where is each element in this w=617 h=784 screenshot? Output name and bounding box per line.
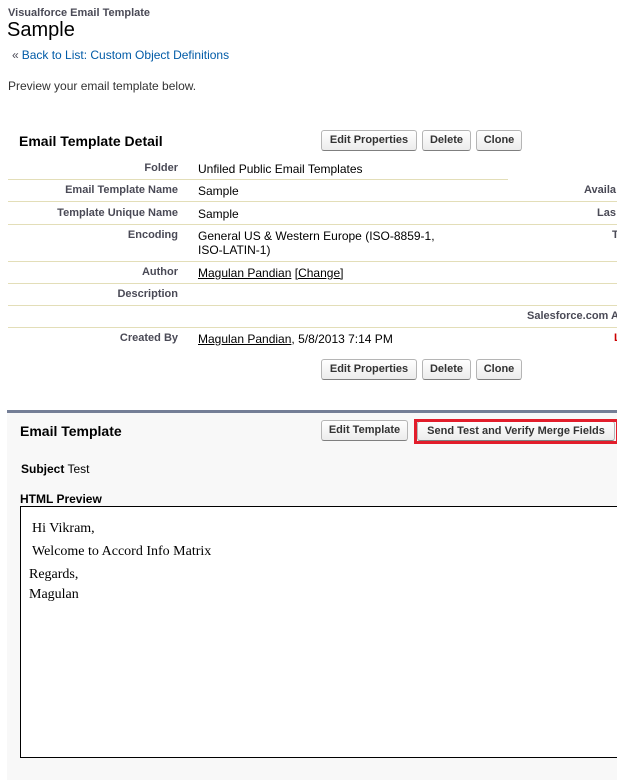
author-link[interactable]: Magulan Pandian: [198, 266, 291, 280]
page-title: Sample: [7, 19, 75, 41]
clone-button[interactable]: Clone: [476, 130, 522, 151]
breadcrumb: «Back to List: Custom Object Definitions: [12, 48, 229, 62]
html-preview-box: Hi Vikram, Welcome to Accord Info Matrix…: [20, 506, 617, 758]
edit-properties-button[interactable]: Edit Properties: [321, 130, 417, 151]
created-by-value: Magulan Pandian, 5/8/2013 7:14 PM: [198, 332, 393, 346]
preview-welcome: Welcome to Accord Info Matrix: [32, 544, 212, 559]
intro-text: Preview your email template below.: [8, 79, 197, 93]
back-arrow-icon: «: [12, 48, 19, 62]
created-by-link[interactable]: Magulan Pandian: [198, 332, 291, 346]
page-type-label: Visualforce Email Template: [8, 7, 151, 19]
preview-greeting: Hi Vikram,: [32, 521, 95, 536]
delete-button-bottom[interactable]: Delete: [422, 359, 471, 380]
subject-value: Test: [67, 462, 90, 476]
edit-template-button[interactable]: Edit Template: [321, 420, 408, 441]
row-divider: [8, 283, 617, 284]
template-name-value: Sample: [198, 184, 239, 198]
subject-label: Subject: [21, 462, 65, 476]
unique-name-label: Template Unique Name: [57, 207, 178, 219]
delete-button[interactable]: Delete: [422, 130, 471, 151]
created-by-label: Created By: [119, 332, 178, 344]
encoding-label: Encoding: [127, 229, 178, 241]
edit-properties-button-bottom[interactable]: Edit Properties: [321, 359, 417, 380]
template-name-label: Email Template Name: [65, 184, 178, 196]
author-label: Author: [141, 266, 178, 278]
type-label: T: [612, 229, 617, 241]
row-divider: [8, 179, 508, 180]
folder-label: Folder: [144, 162, 178, 174]
available-label: Availa: [584, 184, 617, 196]
subject-row: Subject Test: [21, 462, 89, 476]
row-divider: [8, 201, 617, 202]
created-date: , 5/8/2013 7:14 PM: [291, 332, 393, 346]
send-test-highlight: [414, 419, 617, 444]
row-divider: [8, 305, 617, 306]
clone-button-bottom[interactable]: Clone: [476, 359, 522, 380]
html-preview-label: HTML Preview: [20, 492, 102, 506]
preview-regards: Regards,: [29, 567, 79, 582]
row-divider: [8, 224, 617, 225]
last-modified-label: Las: [597, 207, 616, 219]
preview-signature: Magulan: [29, 587, 79, 602]
back-to-list-link[interactable]: Back to List: Custom Object Definitions: [22, 48, 229, 62]
row-divider: [8, 261, 617, 262]
encoding-value: General US & Western Europe (ISO-8859-1,…: [198, 229, 435, 257]
email-template-title: Email Template: [20, 423, 122, 439]
change-author-link[interactable]: [Change]: [295, 266, 344, 280]
detail-section-title: Email Template Detail: [19, 133, 163, 149]
unique-name-value: Sample: [198, 207, 239, 221]
description-label: Description: [117, 288, 178, 300]
row-divider: [8, 327, 617, 328]
salesforce-api-label: Salesforce.com A: [527, 310, 617, 322]
folder-value: Unfiled Public Email Templates: [198, 162, 363, 176]
author-value: Magulan Pandian [Change]: [198, 266, 343, 280]
